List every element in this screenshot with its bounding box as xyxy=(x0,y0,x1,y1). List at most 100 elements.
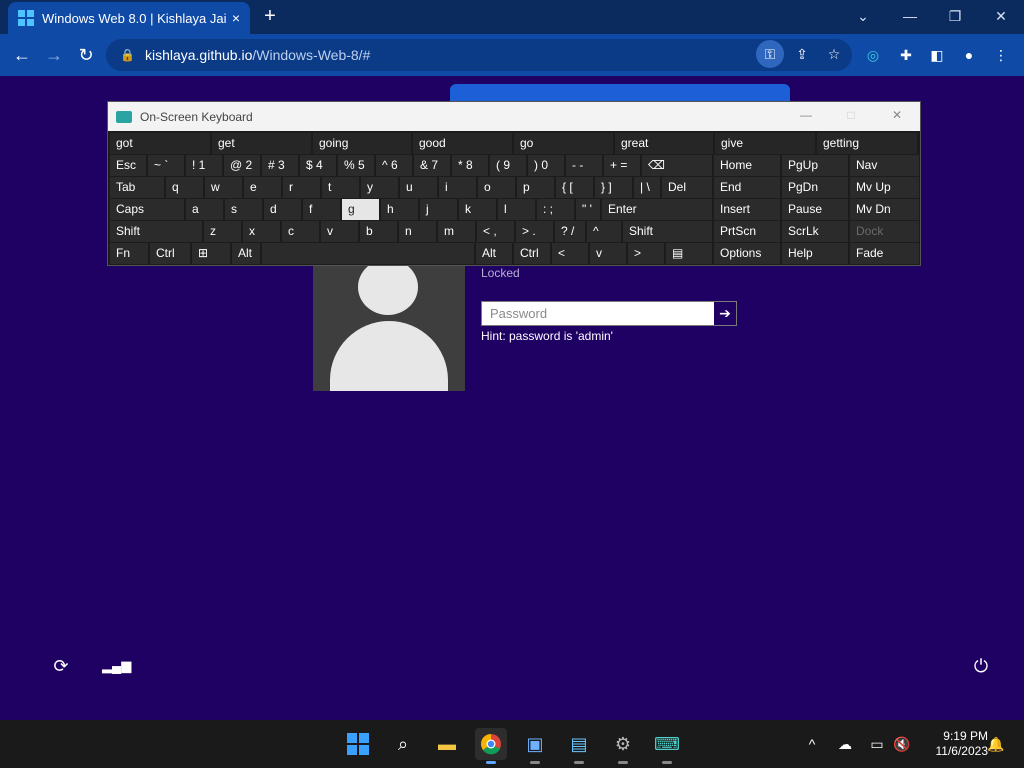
osk-key-r5-10[interactable]: ▤ xyxy=(666,243,712,264)
osk-key-r4-10[interactable]: ? / xyxy=(555,221,585,242)
osk-key-r3-2[interactable]: s xyxy=(225,199,262,220)
clock[interactable]: 9:19 PM 11/6/2023 xyxy=(918,729,989,759)
osk-key-r1-8[interactable]: & 7 xyxy=(414,155,450,176)
osk-key-r5-6[interactable]: Ctrl xyxy=(514,243,550,264)
osk-key-r5-7[interactable]: < xyxy=(552,243,588,264)
start-button[interactable] xyxy=(342,728,374,760)
osk-key-r4-3[interactable]: c xyxy=(282,221,319,242)
osk-key-r3-12[interactable]: Enter xyxy=(602,199,712,220)
osk-key-r4-2[interactable]: x xyxy=(243,221,280,242)
osk-key-r3-9[interactable]: l xyxy=(498,199,535,220)
address-bar[interactable]: 🔒 kishlaya.github.io /Windows-Web-8/# xyxy=(106,39,852,71)
browser-tab[interactable]: Windows Web 8.0 | Kishlaya Jaisw × xyxy=(8,2,250,34)
osk-key-r5-3[interactable]: Alt xyxy=(232,243,260,264)
osk-key-r4-8[interactable]: < , xyxy=(477,221,514,242)
osk-key-r2-9[interactable]: o xyxy=(478,177,515,198)
osk-nav-key-2-2[interactable]: Mv Dn xyxy=(850,199,919,220)
osk-key-r3-10[interactable]: : ; xyxy=(537,199,574,220)
osk-nav-key-2-1[interactable]: Pause xyxy=(782,199,848,220)
osk-nav-key-0-0[interactable]: Home xyxy=(714,155,780,176)
close-window-button[interactable]: ✕ xyxy=(981,4,1021,28)
osk-key-r2-5[interactable]: t xyxy=(322,177,359,198)
chrome-icon[interactable] xyxy=(475,728,507,764)
settings-gear-icon[interactable]: ⚙ xyxy=(607,728,639,764)
profile-icon[interactable]: ● xyxy=(958,44,980,66)
osk-key-r3-1[interactable]: a xyxy=(186,199,223,220)
osk-key-r5-0[interactable]: Fn xyxy=(110,243,148,264)
remote-desktop-icon[interactable]: ▣ xyxy=(519,728,551,764)
osk-key-r1-13[interactable]: + = xyxy=(604,155,640,176)
osk-key-r4-4[interactable]: v xyxy=(321,221,358,242)
notepad-icon[interactable]: ▤ xyxy=(563,728,595,764)
osk-key-r1-2[interactable]: ! 1 xyxy=(186,155,222,176)
extensions-puzzle-icon[interactable]: ✚ xyxy=(895,44,917,66)
osk-close-button[interactable]: ✕ xyxy=(882,108,912,126)
osk-key-r2-2[interactable]: w xyxy=(205,177,242,198)
forward-icon[interactable]: → xyxy=(42,43,66,67)
side-panel-icon[interactable]: ◧ xyxy=(926,44,948,66)
prediction-7[interactable]: getting xyxy=(817,133,917,154)
osk-key-r3-6[interactable]: h xyxy=(381,199,418,220)
osk-key-r3-8[interactable]: k xyxy=(459,199,496,220)
osk-nav-key-0-1[interactable]: PgUp xyxy=(782,155,848,176)
osk-nav-key-4-2[interactable]: Fade xyxy=(850,243,919,264)
file-explorer-icon[interactable]: ▬ xyxy=(431,728,463,760)
key-icon[interactable]: ⚿ xyxy=(756,40,784,68)
tab-close-icon[interactable]: × xyxy=(232,10,240,26)
osk-key-r4-0[interactable]: Shift xyxy=(110,221,202,242)
onedrive-offline-icon[interactable]: ☁ xyxy=(834,734,856,754)
osk-key-r3-5[interactable]: g xyxy=(342,199,379,220)
reload-icon[interactable]: ↻ xyxy=(74,43,98,67)
osk-nav-key-3-1[interactable]: ScrLk xyxy=(782,221,848,242)
osk-nav-key-3-2[interactable]: Dock xyxy=(850,221,919,242)
osk-key-r3-3[interactable]: d xyxy=(264,199,301,220)
ease-of-access-icon[interactable]: ⟳ xyxy=(49,654,73,678)
osk-key-r2-14[interactable]: Del xyxy=(662,177,712,198)
osk-key-r5-1[interactable]: Ctrl xyxy=(150,243,190,264)
minimize-button[interactable]: — xyxy=(890,4,930,28)
osk-key-r1-12[interactable]: - - xyxy=(566,155,602,176)
osk-key-r1-11[interactable]: ) 0 xyxy=(528,155,564,176)
osk-key-r5-4[interactable] xyxy=(262,243,474,264)
osk-key-r2-13[interactable]: | \ xyxy=(634,177,660,198)
osk-key-r1-0[interactable]: Esc xyxy=(110,155,146,176)
prediction-1[interactable]: get xyxy=(212,133,311,154)
osk-key-r4-11[interactable]: ^ xyxy=(587,221,621,242)
osk-nav-key-4-0[interactable]: Options xyxy=(714,243,780,264)
osk-nav-key-0-2[interactable]: Nav xyxy=(850,155,919,176)
share-icon[interactable]: ⇪ xyxy=(788,40,816,68)
osk-nav-key-3-0[interactable]: PrtScn xyxy=(714,221,780,242)
osk-key-r1-10[interactable]: ( 9 xyxy=(490,155,526,176)
prediction-2[interactable]: going xyxy=(313,133,411,154)
osk-key-r2-12[interactable]: } ] xyxy=(595,177,632,198)
osk-key-r4-9[interactable]: > . xyxy=(516,221,553,242)
osk-key-r2-8[interactable]: i xyxy=(439,177,476,198)
submit-arrow-button[interactable]: ➔ xyxy=(714,302,736,325)
osk-key-r3-11[interactable]: " ' xyxy=(576,199,600,220)
osk-key-r2-10[interactable]: p xyxy=(517,177,554,198)
osk-key-r2-6[interactable]: y xyxy=(361,177,398,198)
osk-key-r1-1[interactable]: ~ ` xyxy=(148,155,184,176)
osk-key-r3-4[interactable]: f xyxy=(303,199,340,220)
prediction-5[interactable]: great xyxy=(615,133,713,154)
bookmark-star-icon[interactable]: ☆ xyxy=(820,40,848,68)
osk-nav-key-4-1[interactable]: Help xyxy=(782,243,848,264)
osk-minimize-button[interactable]: — xyxy=(791,108,821,126)
osk-key-r5-9[interactable]: > xyxy=(628,243,664,264)
extension-edge-icon[interactable]: ◎ xyxy=(862,44,884,66)
osk-key-r1-9[interactable]: * 8 xyxy=(452,155,488,176)
volume-muted-icon[interactable]: 🔇 xyxy=(891,734,913,754)
osk-title-bar[interactable]: On-Screen Keyboard — □ ✕ xyxy=(108,102,920,131)
prediction-4[interactable]: go xyxy=(514,133,613,154)
osk-key-r1-5[interactable]: $ 4 xyxy=(300,155,336,176)
restore-button[interactable]: ❐ xyxy=(935,4,975,28)
osk-key-r1-4[interactable]: # 3 xyxy=(262,155,298,176)
osk-nav-key-1-2[interactable]: Mv Up xyxy=(850,177,919,198)
tray-chevron-icon[interactable]: ^ xyxy=(801,734,823,754)
password-input[interactable] xyxy=(482,302,714,325)
network-signal-icon[interactable]: ▂▄▆ xyxy=(102,654,131,678)
osk-key-r2-3[interactable]: e xyxy=(244,177,281,198)
osk-key-r5-8[interactable]: v xyxy=(590,243,626,264)
prediction-3[interactable]: good xyxy=(413,133,512,154)
notification-bell-icon[interactable]: 🔔 xyxy=(985,734,1007,754)
